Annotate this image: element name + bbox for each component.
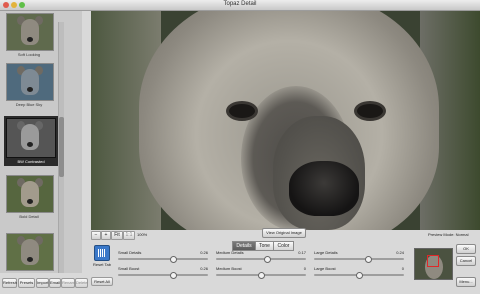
cancel-button[interactable]: Cancel	[456, 256, 476, 266]
zoom-1to1-button[interactable]: 1:1	[123, 231, 135, 240]
preset-item[interactable]	[6, 233, 54, 271]
slider-label: Medium Details	[216, 250, 244, 255]
reset-all-button[interactable]: Reset All	[91, 277, 113, 286]
preset-label: BW Contrasted	[17, 159, 45, 164]
right-eye	[354, 101, 386, 121]
preset-thumbnail	[6, 175, 54, 213]
slider-knob[interactable]	[258, 272, 265, 279]
ok-button[interactable]: OK	[456, 244, 476, 254]
email-button[interactable]: Email	[49, 278, 61, 288]
slider-knob[interactable]	[170, 256, 177, 263]
refresh-button[interactable]: Refresh	[2, 278, 17, 288]
view-original-button[interactable]: View Original Image	[262, 228, 306, 238]
slider-large-details[interactable]: Large Details 0.24	[314, 250, 404, 263]
zoom-controls: − + Fit 1:1 100%	[91, 230, 251, 240]
sidebar-scrollbar[interactable]	[58, 22, 64, 273]
slider-knob[interactable]	[365, 256, 372, 263]
title-bar: Topaz Detail	[0, 0, 480, 11]
slider-small-boost[interactable]: Small Boost 0.26	[118, 266, 208, 279]
nose	[289, 161, 359, 216]
menu-button[interactable]: Menu...	[456, 277, 476, 287]
slider-value: 0.26	[200, 266, 208, 271]
preset-item[interactable]: Deep Blue Sky	[6, 63, 54, 107]
slider-label: Large Details	[314, 250, 338, 255]
slider-label: Small Boost	[118, 266, 140, 271]
preset-label: Soft Looking	[17, 52, 41, 57]
preset-label: Bold Detail	[19, 214, 39, 219]
sidebar-scroll-thumb[interactable]	[59, 117, 64, 177]
zoom-fit-button[interactable]: Fit	[111, 231, 123, 240]
window-title: Topaz Detail	[223, 1, 257, 7]
preset-toolbar: Refresh Presets Import Email Rename Dele…	[0, 276, 90, 294]
import-button[interactable]: Import	[36, 278, 49, 288]
slider-medium-details[interactable]: Medium Details 0.17	[216, 250, 306, 263]
preview-mode[interactable]: Preview Mode: Normal	[428, 232, 468, 237]
zoom-level: 100%	[137, 232, 148, 237]
slider-value: 0.26	[200, 250, 208, 255]
slider-knob[interactable]	[356, 272, 363, 279]
slider-label: Medium Boost	[216, 266, 242, 271]
detail-sliders: Small Details 0.26 Medium Details 0.17 L…	[118, 250, 408, 280]
presets-button[interactable]: Presets	[18, 278, 35, 288]
preset-thumbnail	[6, 118, 56, 158]
preset-item[interactable]: Soft Looking	[6, 13, 54, 57]
preset-thumbnail	[6, 233, 54, 271]
slider-medium-boost[interactable]: Medium Boost 0	[216, 266, 306, 279]
delete-button[interactable]: Delete	[75, 278, 88, 288]
slider-value: 0	[401, 266, 404, 271]
zoom-out-button[interactable]: −	[91, 231, 101, 240]
preset-thumbnail	[6, 13, 54, 51]
preset-sidebar: Soft Looking Deep Blue Sky BW Contrasted…	[0, 11, 82, 273]
reset-tab-button[interactable]: Reset Tab	[91, 245, 113, 273]
slider-value: 0.17	[298, 250, 306, 255]
preset-label: Deep Blue Sky	[15, 102, 43, 107]
slider-label: Small Details	[118, 250, 142, 255]
slider-value: 0.24	[396, 250, 404, 255]
reset-tab-label: Reset Tab	[93, 262, 111, 267]
slider-knob[interactable]	[264, 256, 271, 263]
preset-item[interactable]: Bold Detail	[6, 175, 54, 219]
preview-mode-label: Preview Mode:	[428, 232, 455, 237]
slider-small-details[interactable]: Small Details 0.26	[118, 250, 208, 263]
preset-thumbnail	[6, 63, 54, 101]
navigator-viewport-box[interactable]	[427, 255, 439, 267]
slider-label: Large Boost	[314, 266, 336, 271]
preview-mode-value[interactable]: Normal	[456, 232, 469, 237]
zoom-in-button[interactable]: +	[101, 231, 111, 240]
slider-knob[interactable]	[170, 272, 177, 279]
slider-large-boost[interactable]: Large Boost 0	[314, 266, 404, 279]
left-eye	[226, 101, 258, 121]
reset-tab-icon	[94, 245, 110, 261]
rename-button[interactable]: Rename	[61, 278, 77, 288]
navigator-preview[interactable]	[414, 248, 453, 280]
slider-value: 0	[303, 266, 306, 271]
preset-item-selected[interactable]: BW Contrasted	[4, 116, 58, 166]
image-preview[interactable]	[91, 11, 480, 230]
